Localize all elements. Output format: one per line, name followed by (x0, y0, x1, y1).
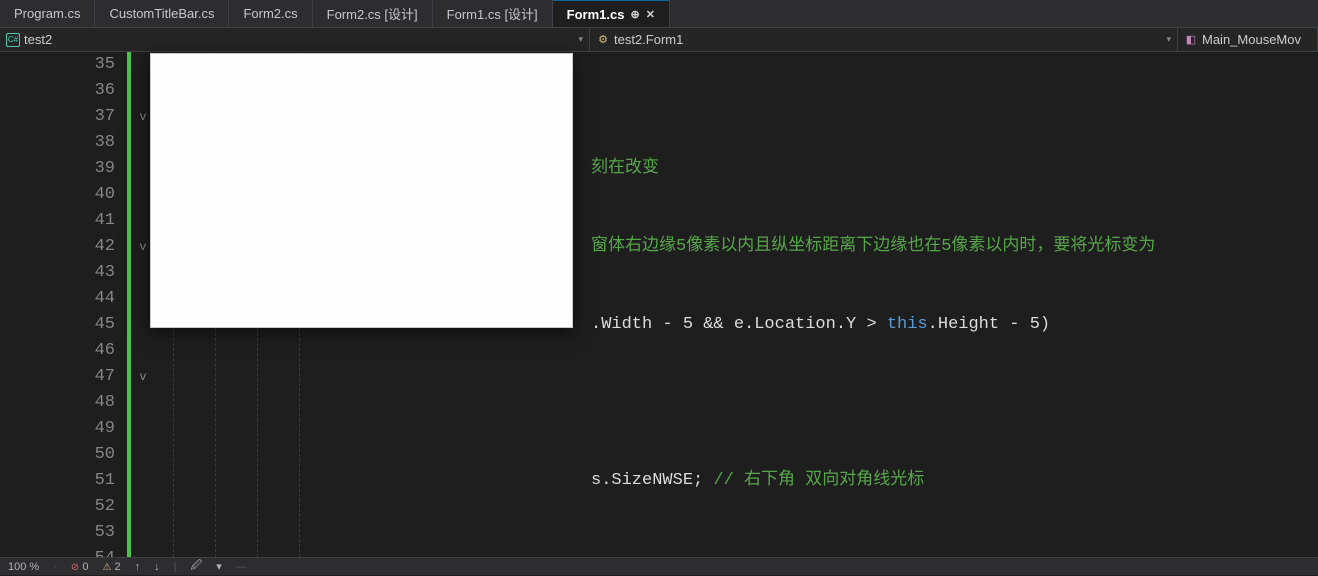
error-count[interactable]: ⊘ 0 (71, 561, 89, 573)
line-number: 36 (0, 78, 115, 104)
tab-customtitlebar[interactable]: CustomTitleBar.cs (95, 0, 229, 27)
fold-toggle (133, 442, 153, 468)
line-number: 38 (0, 130, 115, 156)
tab-form1[interactable]: Form1.cs ⊕ ✕ (553, 0, 670, 27)
document-tab-bar: Program.cs CustomTitleBar.cs Form2.cs Fo… (0, 0, 1318, 28)
line-number: 54 (0, 546, 115, 557)
code-line (161, 390, 1318, 416)
fold-toggle (133, 390, 153, 416)
tab-form1-design[interactable]: Form1.cs [设计] (433, 0, 553, 27)
nav-down-icon[interactable]: ↓ (154, 561, 160, 573)
edit-tool-icon[interactable]: 🖉 (190, 557, 202, 576)
pin-icon[interactable]: ⊕ (630, 8, 639, 21)
fold-toggle (133, 468, 153, 494)
fold-toggle (133, 416, 153, 442)
line-number: 47 (0, 364, 115, 390)
namespace-icon: C# (6, 33, 20, 47)
line-number: 51 (0, 468, 115, 494)
line-number: 45 (0, 312, 115, 338)
fold-toggle (133, 494, 153, 520)
nav-member-dropdown[interactable]: ◧ Main_MouseMov (1178, 28, 1318, 51)
fold-toggle[interactable]: v (133, 364, 153, 390)
nav-class-dropdown[interactable]: ⚙ test2.Form1 ▾ (590, 28, 1178, 51)
editor-footer: 100 % · ⊘ 0 ⚠ 2 ↑ ↓ | 🖉 ▾ — (0, 557, 1318, 575)
fold-toggle (133, 338, 153, 364)
zoom-level[interactable]: 100 % (8, 561, 39, 573)
code-line: s.SizeNWSE; // 右下角 双向对角线光标 (161, 468, 1318, 494)
line-number: 53 (0, 520, 115, 546)
intellisense-popup[interactable] (150, 53, 573, 328)
line-number: 44 (0, 286, 115, 312)
line-number-gutter: 3536373839404142434445464748495051525354 (0, 52, 127, 557)
line-number: 52 (0, 494, 115, 520)
tab-program[interactable]: Program.cs (0, 0, 95, 27)
line-number: 50 (0, 442, 115, 468)
line-number: 43 (0, 260, 115, 286)
change-marker-column (127, 52, 133, 557)
line-number: 41 (0, 208, 115, 234)
line-number: 49 (0, 416, 115, 442)
tab-form2[interactable]: Form2.cs (229, 0, 312, 27)
fold-toggle (133, 520, 153, 546)
line-number: 37 (0, 104, 115, 130)
line-number: 35 (0, 52, 115, 78)
line-number: 42 (0, 234, 115, 260)
chevron-down-icon: ▾ (1166, 34, 1171, 45)
line-number: 40 (0, 182, 115, 208)
code-line (161, 546, 1318, 557)
class-icon: ⚙ (596, 33, 610, 47)
line-number: 48 (0, 390, 115, 416)
fold-toggle (133, 546, 153, 557)
nav-up-icon[interactable]: ↑ (135, 561, 141, 573)
close-icon[interactable]: ✕ (646, 8, 655, 21)
navigation-bar: C# test2 ▾ ⚙ test2.Form1 ▾ ◧ Main_MouseM… (0, 28, 1318, 52)
line-number: 39 (0, 156, 115, 182)
tab-form2-design[interactable]: Form2.cs [设计] (313, 0, 433, 27)
line-number: 46 (0, 338, 115, 364)
warning-count[interactable]: ⚠ 2 (102, 561, 120, 573)
chevron-down-icon: ▾ (578, 34, 583, 45)
nav-namespace-dropdown[interactable]: C# test2 ▾ (0, 28, 590, 51)
method-icon: ◧ (1184, 33, 1198, 47)
